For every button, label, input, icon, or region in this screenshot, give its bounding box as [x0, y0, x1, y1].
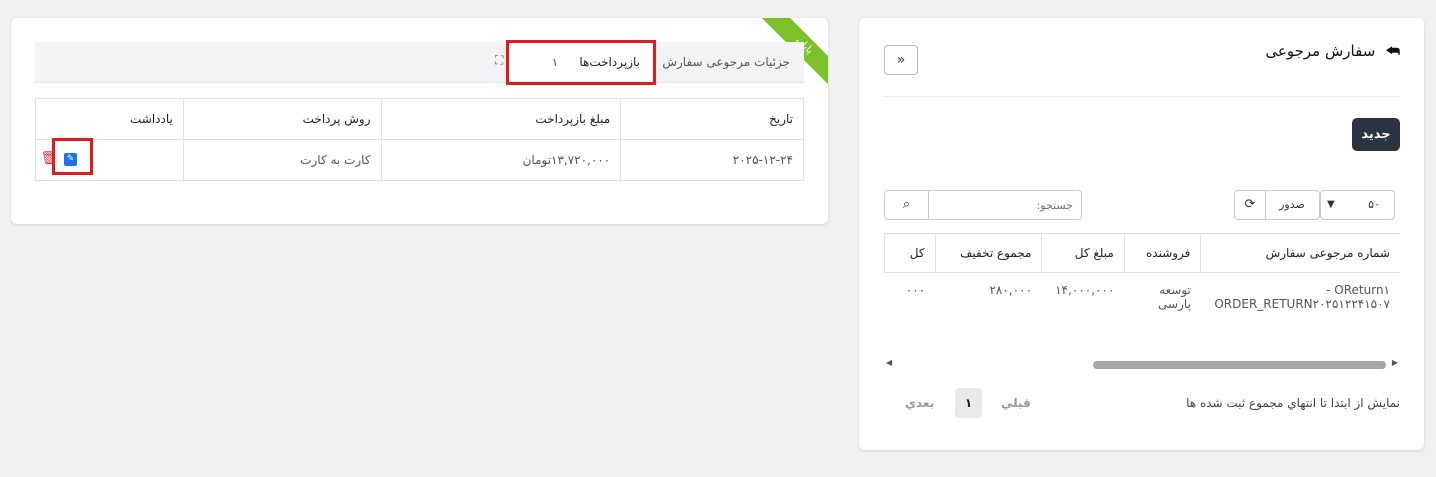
cell-total-amount: ۱۴,۰۰۰,۰۰۰ — [1055, 283, 1115, 297]
refresh-button[interactable]: ⟳ — [1235, 191, 1266, 219]
scroll-left-icon[interactable]: ◀ — [886, 358, 892, 367]
cell-total-discount: ۲۸۰,۰۰۰ — [989, 283, 1032, 297]
chevron-down-icon: ▼ — [1327, 199, 1335, 210]
return-orders-card: ⮪ سفارش مرجوعی » جدید ⌕ ⟳ صدور ۵۰ ▼ شمار… — [859, 18, 1424, 450]
column-header-return-number[interactable]: شماره مرجوعی سفارش — [1200, 233, 1400, 273]
refunds-table: تاریخ مبلغ بازپرداخت روش پرداخت یادداشت … — [35, 98, 804, 181]
page-title: ⮪ سفارش مرجوعی — [1265, 42, 1400, 60]
reply-icon: ⮪ — [1386, 42, 1400, 60]
column-header-total-amount[interactable]: مبلغ کل — [1041, 233, 1125, 273]
table-info-text: نمایش از ابتدا تا انتهاي مجموع ثبت شده ه… — [1186, 396, 1400, 410]
refund-details-card: پایان جزئیات مرجوعی سفارش بازپرداخت‌ها ۱… — [11, 18, 828, 224]
pagination-next[interactable]: بعدي — [905, 388, 934, 418]
refresh-icon: ⟳ — [1244, 197, 1256, 212]
table-row: ۲۰۲۵-۱۲-۲۴ ۱۳,۷۲۰,۰۰۰تومان کارت به کارت … — [35, 139, 804, 181]
tab-order-return-details[interactable]: جزئیات مرجوعی سفارش — [662, 42, 790, 83]
scrollbar-thumb[interactable] — [1093, 361, 1386, 369]
collapse-button[interactable]: » — [884, 45, 918, 75]
cell-amount: ۱۳,۷۲۰,۰۰۰تومان — [380, 139, 622, 181]
table-header-row: شماره مرجوعی سفارش فروشنده مبلغ کل مجموع… — [884, 233, 1400, 273]
horizontal-scrollbar[interactable]: ◀ ▶ — [884, 356, 1400, 372]
scroll-right-icon[interactable]: ▶ — [1392, 358, 1398, 367]
table-header-row: تاریخ مبلغ بازپرداخت روش پرداخت یادداشت — [35, 98, 804, 140]
cell-return-number: OReturn۱ - ORDER_RETURN۲۰۲۵۱۲۲۴۱۵۰۷ — [1201, 273, 1400, 322]
column-header-total[interactable]: کل — [884, 233, 936, 273]
cell-date: ۲۰۲۵-۱۲-۲۴ — [620, 139, 804, 181]
cell-return-number-line1: OReturn۱ - — [1326, 283, 1390, 297]
column-header-seller[interactable]: فروشنده — [1123, 233, 1201, 273]
column-header-total-discount[interactable]: مجموع تخفیف — [934, 233, 1042, 273]
details-tabbar: جزئیات مرجوعی سفارش بازپرداخت‌ها ۱ ⛶ — [35, 42, 804, 83]
column-header-amount: مبلغ بازپرداخت — [380, 98, 622, 140]
search-group: ⌕ — [884, 190, 1082, 220]
cell-total: ۰۰۰ — [905, 283, 926, 297]
double-chevron-right-icon: » — [896, 52, 906, 68]
search-button[interactable]: ⌕ — [885, 191, 929, 219]
new-button[interactable]: جدید — [1352, 118, 1400, 151]
cell-seller: توسعه پارسی — [1124, 273, 1201, 322]
pagination-page-1[interactable]: ۱ — [955, 388, 982, 418]
cell-seller-line1: توسعه — [1159, 283, 1191, 297]
column-header-method: روش پرداخت — [182, 98, 382, 140]
table-row[interactable]: OReturn۱ - ORDER_RETURN۲۰۲۵۱۲۲۴۱۵۰۷ توسع… — [885, 273, 1401, 322]
export-button[interactable]: صدور — [1265, 191, 1319, 219]
cell-seller-line2: پارسی — [1158, 297, 1191, 311]
column-header-date: تاریخ — [620, 98, 804, 140]
search-input[interactable] — [929, 191, 1081, 219]
page-title-text: سفارش مرجوعی — [1265, 42, 1376, 60]
export-group: ⟳ صدور — [1234, 190, 1320, 220]
highlight-box-edit — [52, 138, 93, 175]
search-icon: ⌕ — [902, 197, 911, 212]
cell-return-number-line2: ORDER_RETURN۲۰۲۵۱۲۲۴۱۵۰۷ — [1214, 297, 1390, 311]
pagination-prev[interactable]: قبلي — [1001, 388, 1031, 418]
orders-table: شماره مرجوعی سفارش فروشنده مبلغ کل مجموع… — [884, 233, 1400, 321]
cell-method: کارت به کارت — [182, 139, 382, 181]
highlight-box-refunds-tab — [506, 40, 656, 85]
divider — [883, 96, 1400, 97]
orders-table-wrapper: شماره مرجوعی سفارش فروشنده مبلغ کل مجموع… — [884, 233, 1400, 358]
scrollbar-track — [898, 361, 1386, 369]
page-size-select[interactable]: ۵۰ ▼ — [1320, 190, 1395, 220]
page-size-value: ۵۰ — [1368, 198, 1380, 211]
column-header-note: یادداشت — [35, 98, 184, 140]
